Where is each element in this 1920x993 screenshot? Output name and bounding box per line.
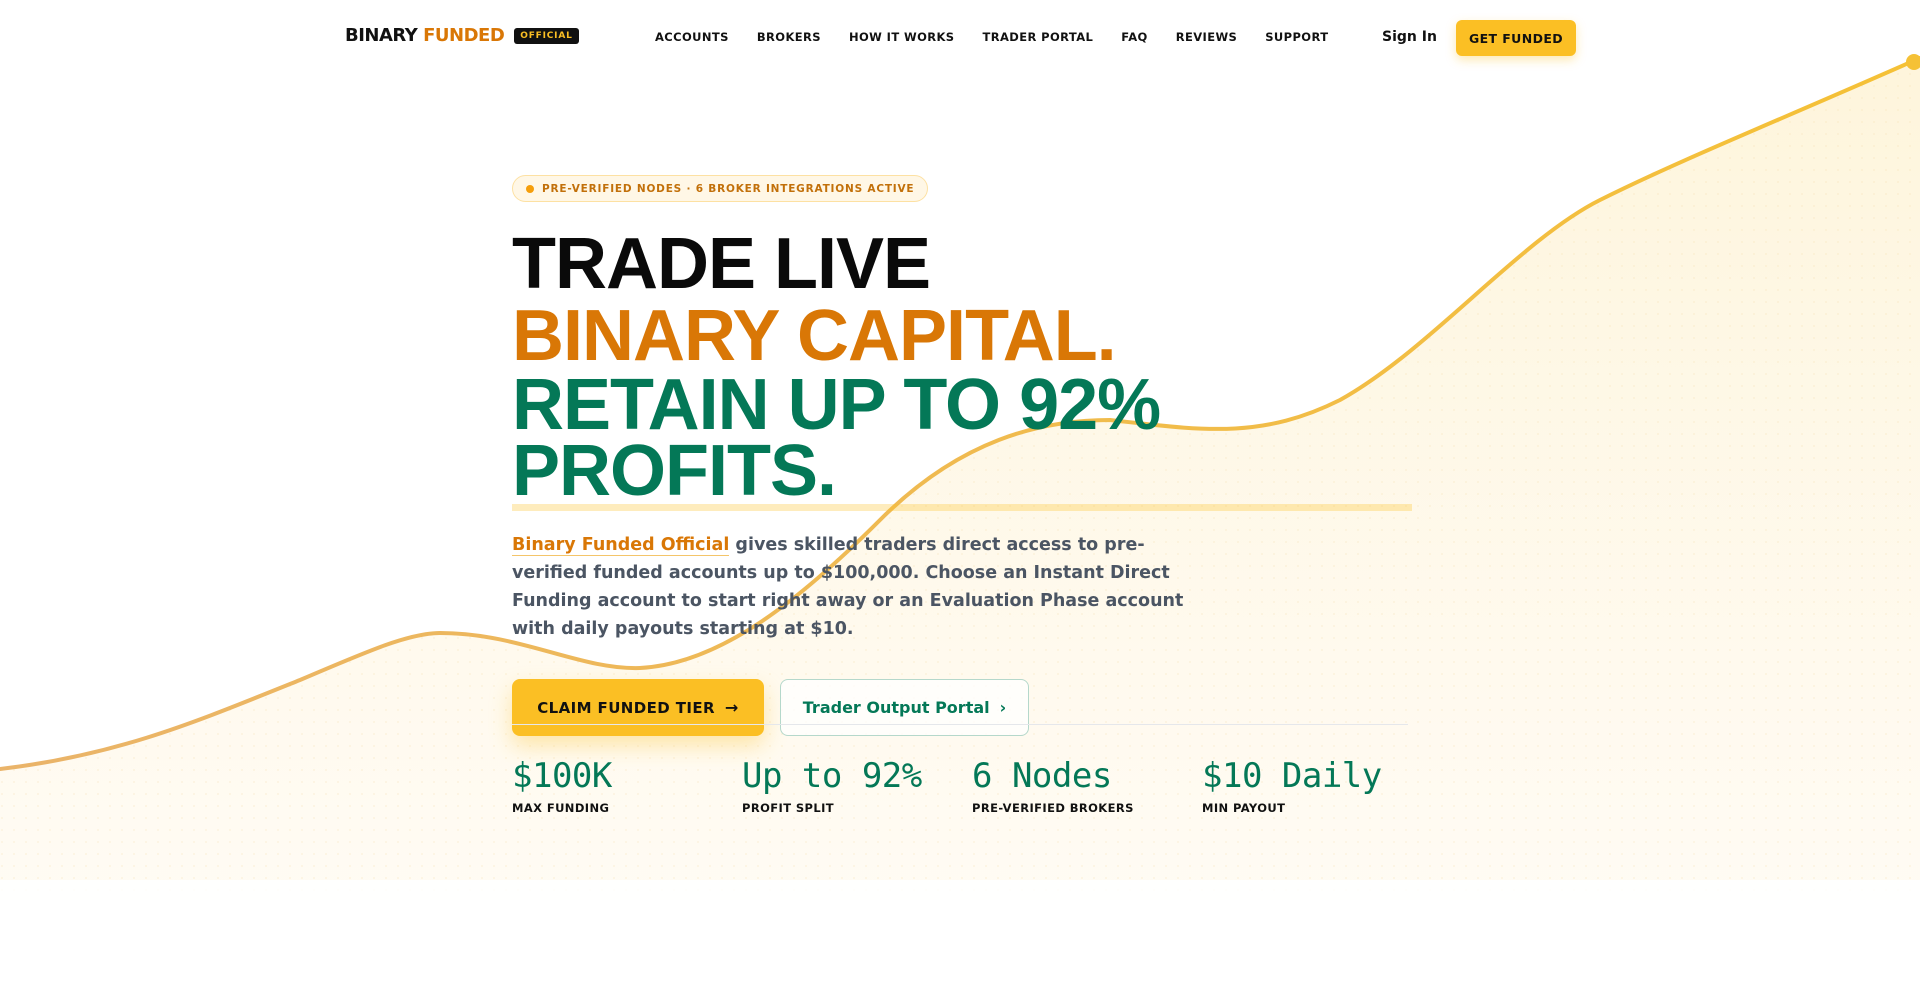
nav-link-how-it-works[interactable]: HOW IT WORKS <box>849 30 955 44</box>
stat-min-payout: $10 Daily MIN PAYOUT <box>1202 757 1382 815</box>
stats-row: $100K MAX FUNDING Up to 92% PROFIT SPLIT… <box>512 724 1408 815</box>
stat-label: PROFIT SPLIT <box>742 801 835 815</box>
brand-logo[interactable]: BINARY FUNDED OFFICIAL <box>345 25 579 46</box>
status-dot-icon <box>526 184 534 193</box>
nav-link-trader-portal[interactable]: TRADER PORTAL <box>983 30 1094 44</box>
get-funded-button[interactable]: GET FUNDED <box>1456 20 1576 56</box>
sign-in-link[interactable]: Sign In <box>1382 29 1437 45</box>
stat-value: $100K <box>512 756 612 796</box>
hero-cta-group: CLAIM FUNDED TIER → Trader Output Portal… <box>512 679 1412 736</box>
logo-wordmark: BINARY FUNDED <box>345 25 505 46</box>
nav-link-support[interactable]: SUPPORT <box>1265 30 1328 44</box>
main-menu: ACCOUNTS BROKERS HOW IT WORKS TRADER POR… <box>655 30 1328 44</box>
logo-word-binary: BINARY <box>345 25 418 46</box>
stat-value: Up to 92% <box>742 756 922 796</box>
trader-output-portal-label: Trader Output Portal <box>802 698 990 717</box>
stat-label: MAX FUNDING <box>512 801 610 815</box>
hero-section: PRE-VERIFIED NODES · 6 BROKER INTEGRATIO… <box>512 175 1412 736</box>
stat-max-funding: $100K MAX FUNDING <box>512 757 612 815</box>
stat-value: 6 Nodes <box>972 756 1112 796</box>
claim-funded-tier-label: CLAIM FUNDED TIER <box>537 698 715 717</box>
trader-output-portal-button[interactable]: Trader Output Portal › <box>780 679 1029 736</box>
claim-funded-tier-button[interactable]: CLAIM FUNDED TIER → <box>512 679 764 736</box>
headline-line-2: BINARY CAPITAL. <box>512 296 1117 376</box>
nav-link-accounts[interactable]: ACCOUNTS <box>655 30 729 44</box>
nav-link-reviews[interactable]: REVIEWS <box>1176 30 1238 44</box>
stat-value: $10 Daily <box>1202 756 1382 796</box>
official-badge: OFFICIAL <box>514 27 579 44</box>
status-pill-text: PRE-VERIFIED NODES · 6 BROKER INTEGRATIO… <box>542 182 915 195</box>
status-pill: PRE-VERIFIED NODES · 6 BROKER INTEGRATIO… <box>512 175 929 202</box>
stat-profit-split: Up to 92% PROFIT SPLIT <box>742 757 922 815</box>
hero-headline: TRADE LIVE BINARY CAPITAL. RETAIN UP TO … <box>512 228 1412 511</box>
arrow-right-icon: → <box>724 698 739 717</box>
chevron-right-icon: › <box>999 698 1007 717</box>
headline-line-1: TRADE LIVE <box>512 224 931 304</box>
logo-word-funded: FUNDED <box>423 25 505 46</box>
stat-label: MIN PAYOUT <box>1202 801 1286 815</box>
stat-pre-verified-brokers: 6 Nodes PRE-VERIFIED BROKERS <box>972 757 1134 815</box>
nav-link-faq[interactable]: FAQ <box>1121 30 1147 44</box>
hero-description: Binary Funded Official gives skilled tra… <box>512 531 1192 643</box>
headline-line-3: RETAIN UP TO 92% PROFITS. <box>512 369 1412 511</box>
nav-link-brokers[interactable]: BROKERS <box>757 30 821 44</box>
stat-label: PRE-VERIFIED BROKERS <box>972 801 1134 815</box>
top-navigation: BINARY FUNDED OFFICIAL ACCOUNTS BROKERS … <box>0 0 1920 76</box>
brand-link[interactable]: Binary Funded Official <box>512 535 730 556</box>
